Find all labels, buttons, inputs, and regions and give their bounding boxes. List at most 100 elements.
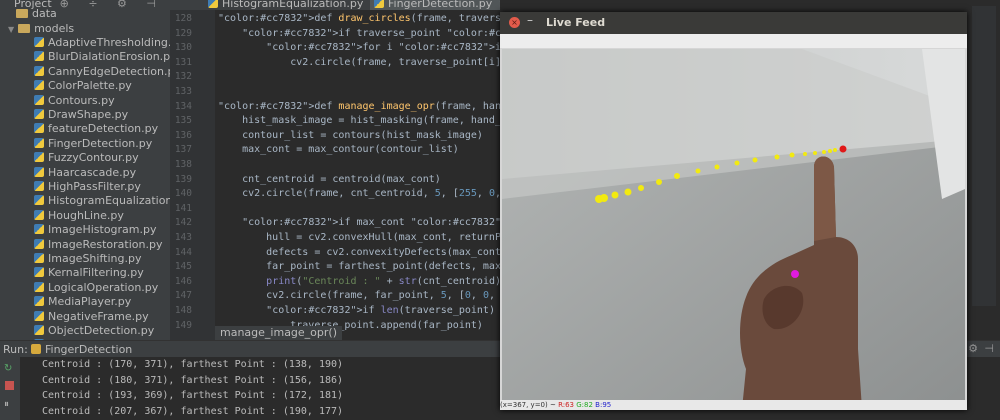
tree-file[interactable]: CannyEdgeDetection.py [0, 65, 170, 80]
console-output-line: Centroid : (170, 371), farthest Point : … [42, 359, 344, 370]
editor-scrollbar[interactable] [972, 6, 996, 306]
live-feed-titlebar[interactable]: × – Live Feed [500, 12, 967, 34]
line-number: 131 [174, 56, 192, 68]
tree-file[interactable]: ImageShifting.py [0, 252, 141, 267]
tree-file[interactable]: ImageRestoration.py [0, 238, 162, 253]
code-line[interactable]: cv2.circle(frame, traverse_point[i], int… [218, 57, 500, 68]
tree-file[interactable]: Contours.py [0, 94, 115, 109]
python-file-icon [34, 224, 44, 235]
python-file-icon [208, 0, 218, 8]
line-number: 133 [174, 86, 192, 97]
centroid-marker [791, 270, 799, 278]
live-feed-window[interactable]: × – Live Feed (x=367, y=0) ~ R:63 G:82 B… [500, 12, 967, 410]
trail-point [695, 168, 701, 174]
window-title: Live Feed [546, 16, 606, 29]
code-line[interactable]: hull = cv2.convexHull(max_cont, returnPo… [218, 232, 500, 243]
code-line[interactable]: "color:#cc7832">for i "color:#cc7832">in… [218, 42, 500, 53]
tree-file[interactable]: FingerDetection.py [0, 137, 152, 152]
pause-icon[interactable]: ⏸ [4, 399, 9, 410]
python-file-icon [34, 238, 44, 249]
project-panel: Project ⊕ ÷ ⚙ ⊣ data ▼ models AdaptiveThr… [0, 0, 170, 340]
code-line[interactable]: "color:#cc7832">def draw_circles(frame, … [218, 13, 500, 24]
minimize-icon[interactable]: – [527, 13, 533, 27]
trail-point [803, 152, 807, 156]
python-file-icon [374, 0, 384, 8]
python-file-icon [34, 80, 44, 91]
tree-file[interactable]: HoughLine.py [0, 209, 124, 224]
code-editor[interactable]: "color:#cc7832">def draw_circles(frame, … [215, 10, 500, 340]
tree-file[interactable]: featureDetection.py [0, 122, 158, 137]
code-line[interactable]: cnt_centroid = centroid(max_cont) [218, 174, 441, 185]
python-file-icon [34, 209, 44, 220]
line-number: 137 [174, 144, 192, 156]
code-line[interactable]: "color:#cc7832">if traverse_point "color… [218, 28, 500, 39]
code-line[interactable]: contour_list = contours(hist_mask_image) [218, 130, 483, 141]
line-number: 135 [174, 115, 192, 127]
trail-point [624, 188, 632, 196]
close-icon[interactable]: × [509, 17, 520, 28]
tree-file[interactable]: ColorPalette.py [0, 79, 132, 94]
settings-icon[interactable]: ⚙ [968, 342, 978, 355]
code-line[interactable]: far_point = farthest_point(defects, max_… [218, 261, 500, 272]
python-file-icon [34, 37, 44, 47]
tab-close-icon[interactable]: × [498, 0, 500, 10]
folder-icon [16, 9, 28, 18]
trail-point [774, 154, 780, 160]
tree-folder-models[interactable]: ▼ models [0, 22, 74, 37]
line-number: 129 [174, 27, 192, 39]
tab-histogram-equalization[interactable]: HistogramEqualization.py× [208, 0, 379, 10]
code-line[interactable]: "color:#cc7832">if max_cont "color:#cc78… [218, 217, 500, 228]
tree-file[interactable]: Haarcascade.py [0, 166, 136, 181]
live-feed-statusbar: (x=367, y=0) ~ R:63 G:82 B:95 [500, 400, 967, 410]
line-number: 128 [174, 13, 192, 24]
run-toolbar: ↻ ⏸ [0, 357, 20, 420]
tree-file[interactable]: NegativeFrame.py [0, 310, 149, 325]
code-line[interactable]: cv2.circle(frame, cnt_centroid, 5, [255,… [218, 188, 500, 199]
python-file-icon [34, 166, 44, 177]
tree-file[interactable]: HighPassFilter.py [0, 180, 141, 195]
trail-point [833, 148, 837, 152]
hide-panel-icon[interactable]: ⊣ [984, 342, 994, 355]
python-file-icon [34, 51, 44, 62]
trail-point [822, 150, 826, 154]
code-line[interactable]: "color:#cc7832">def manage_image_opr(fra… [218, 101, 500, 112]
line-number: 141 [174, 202, 192, 214]
line-number: 145 [174, 261, 192, 273]
tree-file[interactable]: FuzzyContour.py [0, 151, 139, 166]
right-tool-strip [967, 0, 1000, 340]
tree-file[interactable]: MediaPlayer.py [0, 295, 131, 310]
line-number: 138 [174, 159, 192, 170]
tree-file[interactable]: KernalFiltering.py [0, 266, 144, 281]
project-toolbar-icons[interactable]: ⊕ ÷ ⚙ ⊣ [60, 0, 164, 10]
tree-file[interactable]: BlurDialationErosion.py [0, 50, 170, 65]
code-line[interactable]: defects = cv2.convexityDefects(max_cont,… [218, 247, 500, 258]
tree-file[interactable]: ObjectDetection.py [0, 324, 154, 339]
code-line[interactable]: print("Centroid : " + str(cnt_centroid) … [218, 276, 500, 287]
line-number-gutter: 128 129 130 131 132 133 134 135 136 137 138 139 140 1… [170, 10, 215, 340]
code-line[interactable]: max_cont = max_contour(contour_list) [218, 144, 459, 155]
trail-point [828, 149, 832, 153]
breadcrumb[interactable]: manage_image_opr() [215, 326, 342, 340]
code-line[interactable]: "color:#cc7832">if len(traverse_point) <… [218, 305, 500, 316]
python-file-icon [34, 65, 44, 76]
tree-file[interactable]: HistogramEqualization.py [0, 194, 170, 209]
code-line[interactable]: cv2.circle(frame, far_point, 5, [0, 0, 2… [218, 290, 500, 301]
rerun-icon[interactable]: ↻ [4, 363, 12, 374]
run-config-name[interactable]: FingerDetection [45, 343, 132, 356]
tree-file[interactable]: ImageHistogram.py [0, 223, 157, 238]
index-finger [814, 156, 836, 241]
line-number: 144 [174, 246, 192, 258]
python-file-icon [34, 181, 44, 191]
code-line[interactable]: hist_mask_image = hist_masking(frame, ha… [218, 115, 500, 126]
trail-point [656, 179, 662, 185]
tree-file[interactable]: LogicalOperation.py [0, 281, 158, 296]
stop-icon[interactable] [5, 381, 14, 390]
trail-point [789, 152, 795, 158]
tab-finger-detection[interactable]: FingerDetection.py× [370, 0, 500, 10]
trail-point [734, 160, 740, 166]
tree-file[interactable]: AdaptiveThresholding.py [0, 36, 170, 51]
live-feed-toolbar [500, 34, 967, 48]
tree-folder-data[interactable]: data [0, 7, 57, 22]
tree-file[interactable]: DrawShape.py [0, 108, 128, 123]
trail-point [752, 157, 758, 163]
